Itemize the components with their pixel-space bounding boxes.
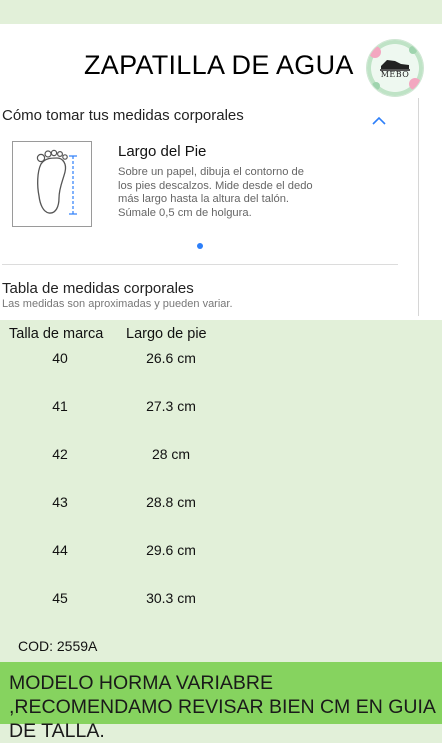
table-row: 45 30.3 cm <box>0 590 260 610</box>
size-cell: 45 <box>52 590 68 606</box>
page-title: ZAPATILLA DE AGUA <box>84 50 354 80</box>
length-cell: 28.8 cm <box>146 494 196 510</box>
table-row: 41 27.3 cm <box>0 398 260 418</box>
table-row: 40 26.6 cm <box>0 350 260 370</box>
foot-length-title: Largo del Pie <box>118 143 207 160</box>
foot-illustration <box>12 141 92 227</box>
size-cell: 43 <box>52 494 68 510</box>
size-cell: 42 <box>52 446 68 462</box>
notice-text: MODELO HORMA VARIABRE ,RECOMENDAMO REVIS… <box>9 672 435 742</box>
scrollbar[interactable] <box>418 98 419 316</box>
foot-icon <box>36 149 77 215</box>
size-table-subtitle: Las medidas son aproximadas y pueden var… <box>2 298 233 310</box>
size-cell: 40 <box>52 350 68 366</box>
product-code: COD: 2559A <box>18 638 98 654</box>
table-row: 44 29.6 cm <box>0 542 260 562</box>
header-foot-length: Largo de pie <box>126 326 207 342</box>
size-table-title: Tabla de medidas corporales <box>2 280 194 297</box>
length-cell: 28 cm <box>151 446 191 462</box>
length-cell: 29.6 cm <box>146 542 196 558</box>
brand-logo: MEBO <box>367 40 423 96</box>
size-cell: 44 <box>52 542 68 558</box>
length-cell: 30.3 cm <box>146 590 196 606</box>
carousel-dot[interactable] <box>197 243 203 249</box>
foot-length-description: Sobre un papel, dibuja el contorno de lo… <box>118 166 313 219</box>
table-row: 42 28 cm <box>0 446 260 466</box>
length-cell: 26.6 cm <box>146 350 196 366</box>
size-cell: 41 <box>52 398 68 414</box>
length-cell: 27.3 cm <box>146 398 196 414</box>
top-strip <box>0 0 442 24</box>
notice-banner: MODELO HORMA VARIABRE ,RECOMENDAMO REVIS… <box>0 662 442 742</box>
divider <box>2 264 398 265</box>
header-brand-size: Talla de marca <box>9 326 104 342</box>
logo-text: MEBO <box>380 70 410 79</box>
chevron-up-icon[interactable] <box>372 112 386 130</box>
table-row: 43 28.8 cm <box>0 494 260 514</box>
shoe-icon <box>369 46 421 90</box>
measurement-section-title: Cómo tomar tus medidas corporales <box>2 107 244 124</box>
